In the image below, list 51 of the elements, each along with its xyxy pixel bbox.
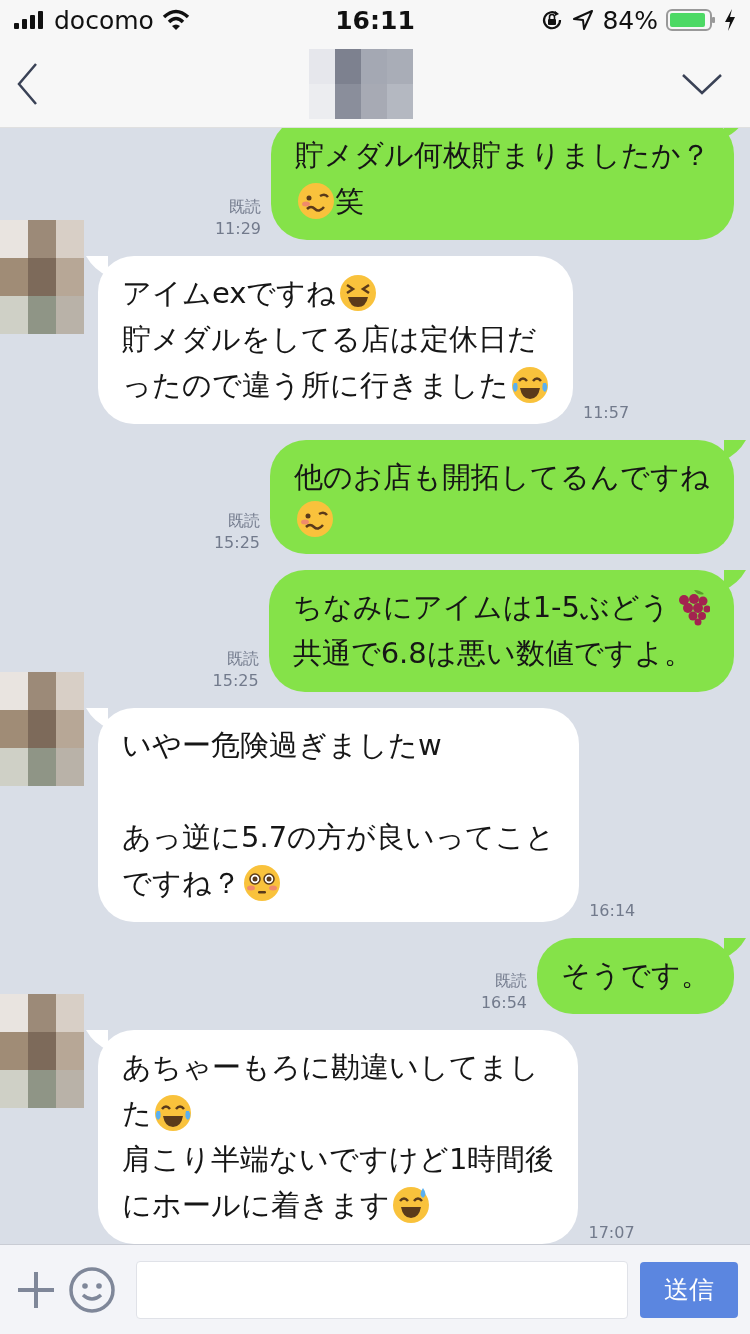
carrier-name: docomo — [54, 5, 154, 35]
message-time: 17:07 — [588, 1222, 635, 1244]
message-time: 16:54 — [480, 992, 527, 1014]
woozy-face-icon — [296, 500, 334, 538]
message-text: 笑 — [335, 183, 364, 220]
emoji-icon[interactable] — [68, 1265, 116, 1314]
message-text: そうです。 — [561, 957, 710, 994]
wifi-icon — [161, 9, 190, 31]
location-arrow-icon — [572, 9, 595, 31]
read-receipt: 既読 — [228, 510, 260, 532]
blurred-avatar-icon — [0, 672, 84, 786]
message-text: 共通で6.8は悪い数値ですよ。 — [292, 635, 693, 672]
message-text: いやー危険過ぎましたw — [122, 727, 442, 764]
signal-icon — [14, 11, 46, 29]
message-field[interactable] — [136, 1260, 628, 1319]
read-receipt: 既読 — [229, 196, 261, 218]
message-text: 他のお店も開拓してるんですね — [294, 459, 710, 496]
charging-bolt-icon — [724, 9, 736, 31]
laughing-face-icon — [338, 274, 377, 312]
message-text: た — [122, 1095, 152, 1132]
message-text: アイムexですね — [122, 275, 337, 312]
back-chevron-icon[interactable] — [16, 61, 40, 106]
message-time: 11:29 — [214, 218, 261, 240]
message-text: ですね？ — [122, 865, 241, 902]
crying-laughing-face-icon — [154, 1094, 192, 1132]
message-time: 15:25 — [213, 532, 260, 554]
plus-icon[interactable] — [16, 1269, 56, 1310]
message-text: あちゃーもろに勘違いしてまし — [122, 1049, 539, 1086]
battery-icon — [666, 8, 716, 32]
flushed-face-icon — [243, 864, 281, 902]
message-text: ったので違う所に行きました — [122, 367, 509, 404]
message-text: ちなみにアイムは1-5ぶどう — [292, 589, 670, 626]
crying-laughing-face-icon — [511, 366, 549, 404]
message-text: 貯メダル何枚貯まりましたか？ — [295, 137, 710, 174]
woozy-face-icon — [297, 182, 335, 220]
down-chevron-icon[interactable] — [682, 72, 722, 95]
blurred-avatar-icon — [0, 220, 84, 334]
blurred-avatar-icon — [0, 994, 84, 1108]
send-button[interactable]: 送信 — [640, 1261, 738, 1318]
message-time: 11:57 — [583, 402, 630, 424]
message-text: にホールに着きます — [122, 1187, 390, 1224]
message-text: あっ逆に5.7の方が良いってこと — [122, 819, 556, 856]
sweat-smile-face-icon — [392, 1186, 430, 1224]
message-text: 肩こり半端ないですけど1時間後 — [122, 1141, 555, 1178]
message-text: 貯メダルをしてる店は定休日だ — [122, 321, 537, 358]
clock-time: 16:11 — [335, 5, 415, 35]
message-time: 15:25 — [212, 670, 259, 692]
read-receipt: 既読 — [226, 648, 259, 670]
message-time: 16:14 — [589, 900, 636, 922]
battery-percent: 84% — [602, 5, 658, 35]
read-receipt: 既読 — [495, 970, 527, 992]
